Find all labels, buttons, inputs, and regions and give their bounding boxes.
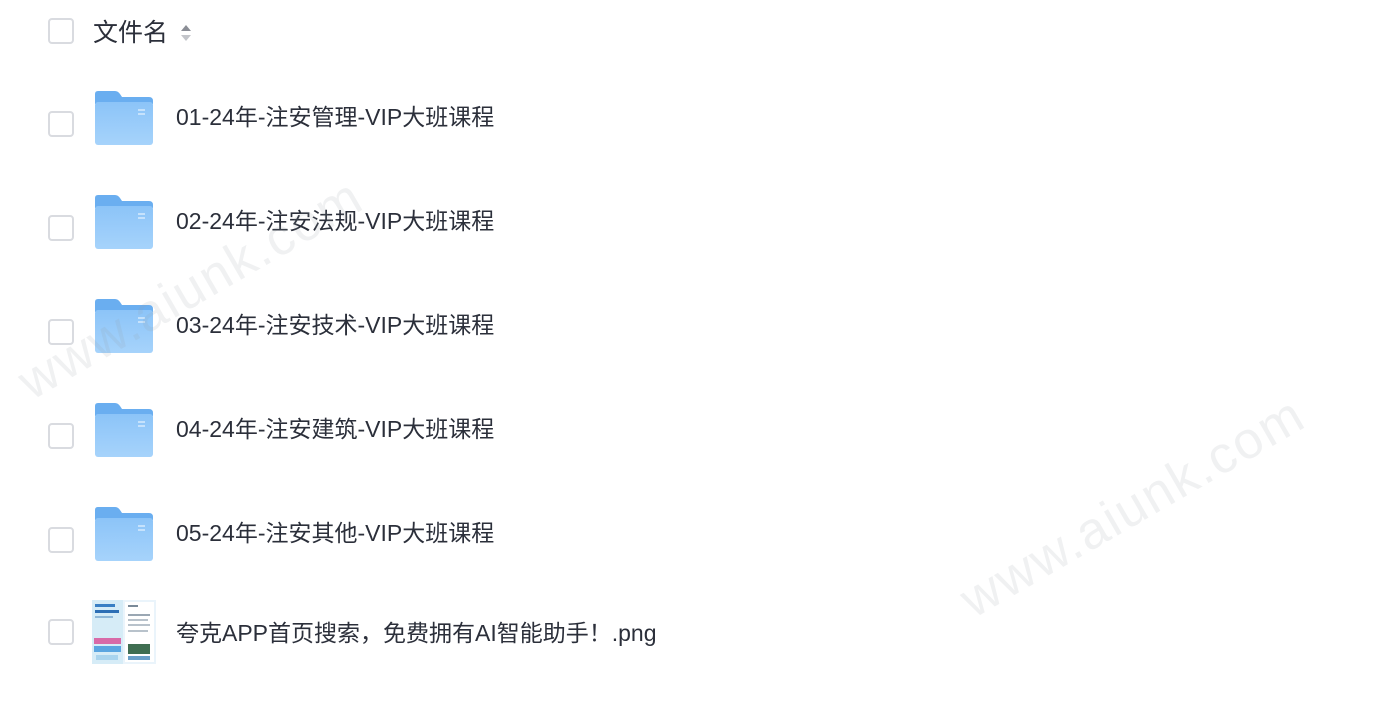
column-header-filename[interactable]: 文件名 — [93, 16, 168, 50]
file-name[interactable]: 夸克APP首页搜索，免费拥有AI智能助手！.png — [176, 616, 657, 650]
image-thumbnail — [92, 600, 156, 664]
row-checkbox[interactable] — [48, 619, 74, 645]
folder-icon — [95, 299, 153, 353]
file-name[interactable]: 05-24年-注安其他-VIP大班课程 — [176, 516, 494, 550]
file-name[interactable]: 04-24年-注安建筑-VIP大班课程 — [176, 412, 494, 446]
row-checkbox[interactable] — [48, 111, 74, 137]
list-item[interactable]: 05-24年-注安其他-VIP大班课程 — [0, 500, 1384, 580]
row-checkbox[interactable] — [48, 215, 74, 241]
row-checkbox[interactable] — [48, 319, 74, 345]
list-item[interactable]: 夸克APP首页搜索，免费拥有AI智能助手！.png — [0, 600, 1384, 680]
file-list: 文件名 01-24年-注安管理-VIP大班课程 02-24年-注安法规-VIP大… — [0, 0, 1384, 718]
folder-icon — [95, 91, 153, 145]
row-checkbox[interactable] — [48, 423, 74, 449]
file-name[interactable]: 01-24年-注安管理-VIP大班课程 — [176, 100, 494, 134]
list-item[interactable]: 02-24年-注安法规-VIP大班课程 — [0, 188, 1384, 268]
list-item[interactable]: 01-24年-注安管理-VIP大班课程 — [0, 84, 1384, 164]
sort-updown-icon[interactable] — [178, 20, 194, 46]
list-item[interactable]: 04-24年-注安建筑-VIP大班课程 — [0, 396, 1384, 476]
file-name[interactable]: 03-24年-注安技术-VIP大班课程 — [176, 308, 494, 342]
list-item[interactable]: 03-24年-注安技术-VIP大班课程 — [0, 292, 1384, 372]
select-all-checkbox[interactable] — [48, 18, 74, 44]
row-checkbox[interactable] — [48, 527, 74, 553]
folder-icon — [95, 403, 153, 457]
folder-icon — [95, 507, 153, 561]
folder-icon — [95, 195, 153, 249]
file-name[interactable]: 02-24年-注安法规-VIP大班课程 — [176, 204, 494, 238]
